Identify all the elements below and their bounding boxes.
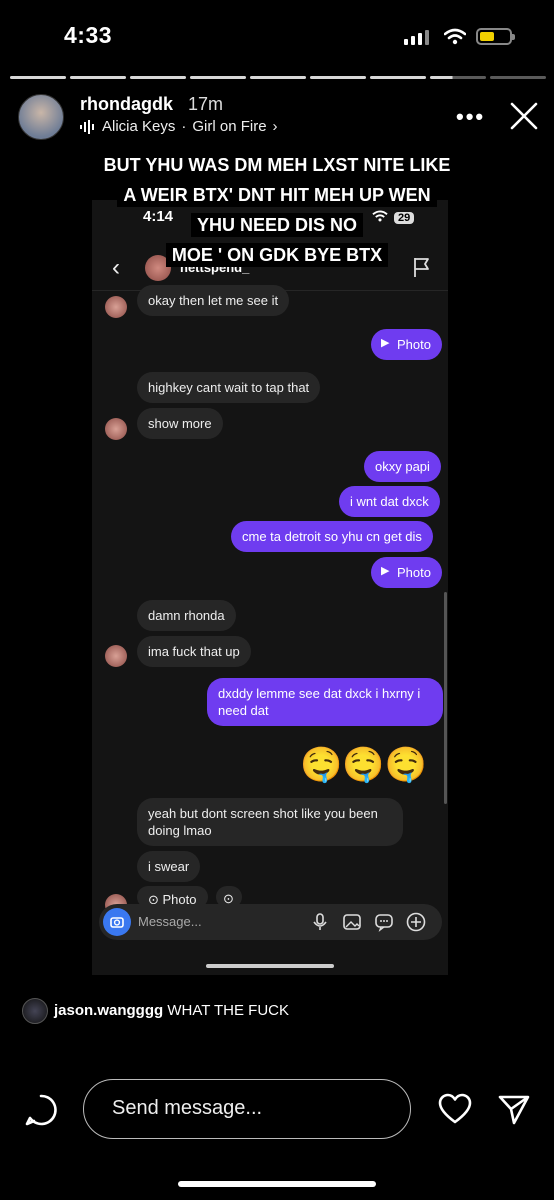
message-out: dxddy lemme see dat dxck i hxrny i need … [207,678,443,726]
send-icon[interactable] [497,1093,531,1125]
inner-home-indicator [206,964,334,968]
scrollbar [444,592,447,804]
story-progress-bar [10,76,546,79]
cellular-signal-icon [404,30,429,45]
message-in: highkey cant wait to tap that [137,372,321,403]
drooling-emoji: 🤤🤤🤤 [300,746,428,784]
battery-icon [476,28,515,45]
caption-line: MOE ' ON GDK BYE BTX [165,243,389,267]
close-icon[interactable] [508,100,540,132]
caption-line: BUT YHU WAS DM MEH LXST NITE LIKE [97,153,457,177]
story-time-ago: 17m [188,94,224,114]
home-indicator [178,1181,376,1187]
message-out-photo: ▶ Photo [371,557,442,588]
play-icon: ▶ [381,337,390,349]
message-out-photo: ▶ Photo [371,329,442,360]
photo-label: Photo [397,337,431,352]
story-username[interactable]: rhondagdk [80,94,173,115]
comment: jason.wangggg WHAT THE FUCK [54,1002,289,1019]
comment-text: WHAT THE FUCK [167,1002,290,1019]
avatar[interactable] [18,94,64,140]
message-in: yeah but dont screen shot like you been … [137,798,403,846]
sender-avatar [105,418,127,440]
message-in: damn rhonda [137,600,236,631]
message-out: cme ta detroit so yhu cn get dis [231,521,433,552]
message-in: okay then let me see it [137,285,290,316]
sender-avatar [105,296,127,318]
commenter-avatar[interactable] [22,998,48,1024]
heart-icon[interactable] [438,1093,472,1125]
message-out: i wnt dat dxck [339,486,440,517]
comment-user[interactable]: jason.wangggg [54,1002,163,1019]
caption-line: A WEIR BTX' DNT HIT MEH UP WEN [117,183,437,207]
message-out: okxy papi [364,451,441,482]
chat-bubble-icon[interactable] [24,1093,58,1127]
caption-line: YHU NEED DIS NO [190,213,364,237]
music-separator: · [181,118,187,135]
message-in: ima fuck that up [137,636,251,667]
camera-icon [103,908,131,936]
status-time: 4:33 [64,22,113,48]
send-message-placeholder: Send message... [112,1097,263,1119]
wifi-icon [444,28,466,45]
music-artist: Alicia Keys [102,118,176,135]
message-in: show more [137,408,223,439]
chevron-right-icon: › [272,118,278,135]
story-caption: BUT YHU WAS DM MEH LXST NITE LIKE A WEIR… [60,150,494,270]
more-options-icon[interactable]: ••• [456,104,485,130]
audio-bars-icon [80,119,94,134]
inner-message-placeholder: Message... [138,914,202,929]
photo-label: Photo [397,565,431,580]
composer-icons [310,912,426,932]
microphone-icon [313,913,327,930]
sender-avatar [105,645,127,667]
message-in: i swear [137,851,201,882]
music-title: Girl on Fire [192,118,267,135]
play-icon: ▶ [381,565,390,577]
music-attribution[interactable]: Alicia Keys · Girl on Fire › [80,118,278,135]
gallery-icon [343,914,361,930]
sticker-icon [375,914,393,932]
add-icon [406,912,426,932]
